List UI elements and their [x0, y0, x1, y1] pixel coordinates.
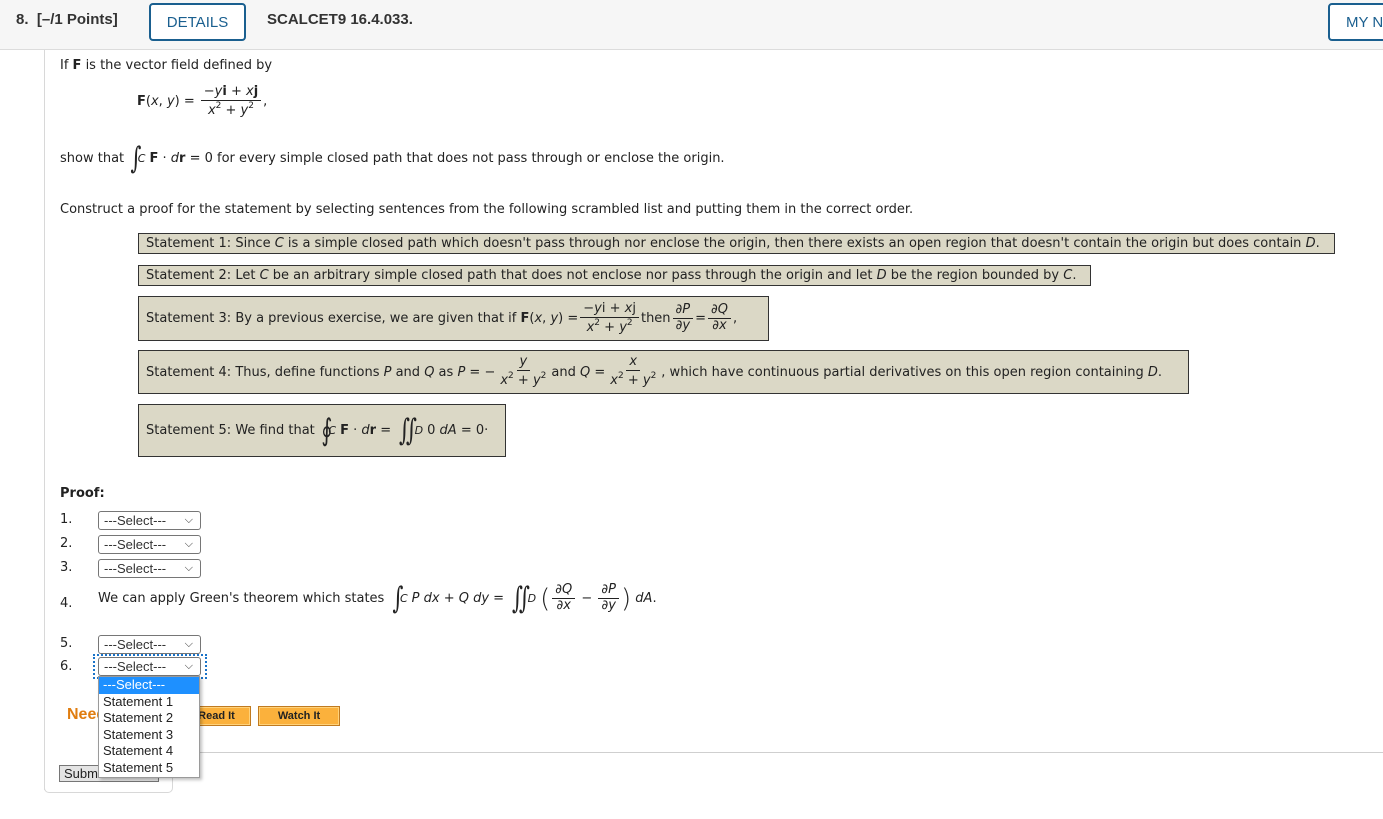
proof-row-number: 3. — [60, 560, 73, 575]
chevron-down-icon: ⌵ — [184, 562, 193, 574]
statement-1: Statement 1: Since C is a simple closed … — [138, 233, 1335, 254]
question-number: 8. [–/1 Points] — [16, 11, 118, 28]
dropdown-option-statement-3[interactable]: Statement 3 — [99, 727, 199, 744]
content-border — [44, 50, 45, 790]
proof-step-6-dropdown-list: ---Select--- Statement 1 Statement 2 Sta… — [98, 676, 200, 778]
proof-row-number: 4. — [60, 596, 73, 611]
double-integral-icon: ∬ — [398, 413, 417, 448]
vector-field-formula: F(x, y) = −yi + xj x2 + y2 , — [137, 84, 268, 118]
instructions: Construct a proof for the statement by s… — [60, 202, 914, 217]
proof-row-number: 2. — [60, 536, 73, 551]
question-header: 8. [–/1 Points] DETAILS SCALCET9 16.4.03… — [0, 0, 1383, 50]
contour-integral-icon: ∮ — [321, 413, 333, 448]
dropdown-option-statement-5[interactable]: Statement 5 — [99, 760, 199, 777]
line-integral-icon: ∫ — [130, 141, 142, 176]
show-that-line: show that ∫ C F · dr = 0 for every simple… — [60, 141, 725, 176]
question-code: SCALCET9 16.4.033. — [267, 11, 413, 28]
proof-step-3-select[interactable]: ---Select--- ⌵ — [98, 559, 201, 578]
proof-step-1-select[interactable]: ---Select--- ⌵ — [98, 511, 201, 530]
my-notes-button[interactable]: MY NOTES — [1328, 3, 1383, 41]
watch-it-button[interactable]: Watch It — [258, 706, 340, 726]
dropdown-option-select[interactable]: ---Select--- — [99, 677, 199, 694]
line-integral-icon: ∫ — [392, 581, 404, 616]
details-button[interactable]: DETAILS — [149, 3, 246, 41]
proof-row-number: 6. — [60, 659, 73, 674]
chevron-down-icon: ⌵ — [184, 538, 193, 550]
proof-step-2-select[interactable]: ---Select--- ⌵ — [98, 535, 201, 554]
statement-5: Statement 5: We find that ∮ C F · dr = ∬ D… — [138, 404, 506, 457]
statement-4: Statement 4: Thus, define functions P an… — [138, 350, 1189, 394]
proof-step-6-select[interactable]: ---Select--- ⌵ — [98, 657, 201, 676]
chevron-down-icon: ⌵ — [184, 514, 193, 526]
points-label: [–/1 Points] — [36, 11, 118, 28]
proof-step-5-select[interactable]: ---Select--- ⌵ — [98, 635, 201, 654]
proof-row-number: 5. — [60, 636, 73, 651]
chevron-down-icon: ⌵ — [184, 638, 193, 650]
dropdown-option-statement-2[interactable]: Statement 2 — [99, 710, 199, 727]
section-divider — [172, 752, 1383, 753]
dropdown-option-statement-1[interactable]: Statement 1 — [99, 694, 199, 711]
proof-step-4-greens-theorem: We can apply Green's theorem which state… — [98, 581, 657, 616]
dropdown-option-statement-4[interactable]: Statement 4 — [99, 743, 199, 760]
double-integral-icon: ∬ — [511, 581, 530, 616]
statement-2: Statement 2: Let C be an arbitrary simpl… — [138, 265, 1091, 286]
statement-3: Statement 3: By a previous exercise, we … — [138, 296, 769, 341]
problem-intro: If F is the vector field defined by — [60, 58, 273, 73]
chevron-down-icon: ⌵ — [184, 660, 193, 672]
proof-label: Proof: — [60, 486, 105, 501]
proof-row-number: 1. — [60, 512, 73, 527]
